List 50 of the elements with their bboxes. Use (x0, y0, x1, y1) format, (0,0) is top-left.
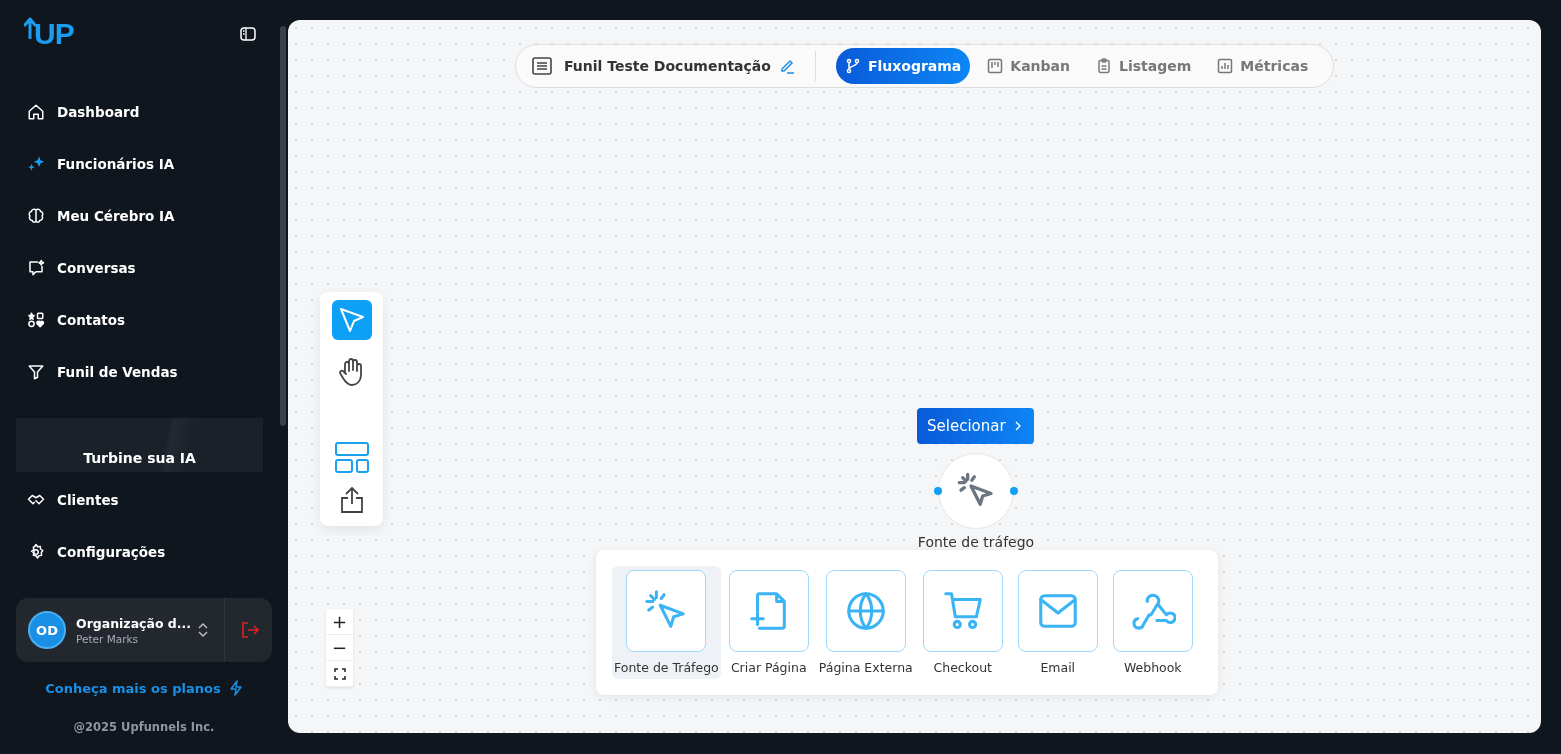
connection-handle[interactable] (1010, 487, 1018, 495)
select-button[interactable]: Selecionar (917, 408, 1034, 444)
view-tab[interactable]: Fluxograma (835, 48, 971, 84)
document-icon (532, 57, 552, 75)
share-icon[interactable] (339, 486, 364, 514)
sparkles-icon (27, 155, 45, 173)
account-card[interactable]: OD Organização d... Peter Marks (16, 598, 272, 662)
plans-link[interactable]: Conheça mais os planos (0, 680, 288, 696)
pointer-tool[interactable] (331, 300, 372, 340)
chevron-right-icon (1013, 420, 1022, 432)
zoom-in-button[interactable]: + (326, 609, 353, 635)
edit-icon[interactable] (778, 58, 795, 74)
nav-item[interactable]: Meu Cérebro IA (0, 190, 280, 242)
lightning-icon (228, 680, 243, 696)
fit-view-button[interactable] (326, 661, 353, 687)
expand-icon (333, 667, 346, 680)
nav-item[interactable]: Clientes (0, 474, 288, 526)
logo: UP (24, 17, 74, 51)
layout-icon[interactable] (334, 442, 369, 474)
clipboard-icon (1096, 58, 1112, 74)
bar-chart-icon (1217, 58, 1234, 74)
home-icon (27, 103, 45, 121)
chat-bubble-icon (27, 259, 45, 277)
chevron-updown-icon[interactable] (198, 622, 208, 638)
logout-icon[interactable] (241, 622, 259, 638)
nav-item[interactable]: Contatos (0, 294, 280, 346)
zoom-out-button[interactable]: − (326, 635, 353, 661)
branch-icon (844, 58, 861, 74)
nav-item[interactable]: Funcionários IA (0, 138, 280, 190)
nav-item[interactable]: Funil de Vendas (0, 346, 280, 398)
avatar: OD (28, 611, 66, 649)
sidebar-toggle-icon[interactable] (240, 27, 256, 41)
organization-name: Organização d... (76, 615, 188, 631)
board-icon (987, 58, 1004, 74)
funnel-name: Funil Teste Documentação (564, 58, 771, 74)
nav-item[interactable]: Configurações (0, 526, 288, 578)
nav-item[interactable]: Conversas (0, 242, 280, 294)
funnel-icon (27, 363, 45, 381)
user-name: Peter Marks (76, 632, 139, 645)
copyright: @2025 Upfunnels Inc. (72, 720, 216, 734)
view-tab[interactable]: Kanban (978, 48, 1079, 84)
view-tab[interactable]: Métricas (1208, 48, 1318, 84)
connection-handle[interactable] (934, 487, 942, 495)
block-option[interactable]: Fonte de Tráfego (612, 566, 721, 679)
nav-item[interactable]: Dashboard (0, 86, 280, 138)
view-tab[interactable]: Listagem (1087, 48, 1201, 84)
brain-icon (27, 207, 45, 225)
node-label: Fonte de tráfego (916, 534, 1036, 550)
promo-title: Turbine sua IA (83, 450, 196, 468)
shapes-icon (27, 311, 45, 329)
